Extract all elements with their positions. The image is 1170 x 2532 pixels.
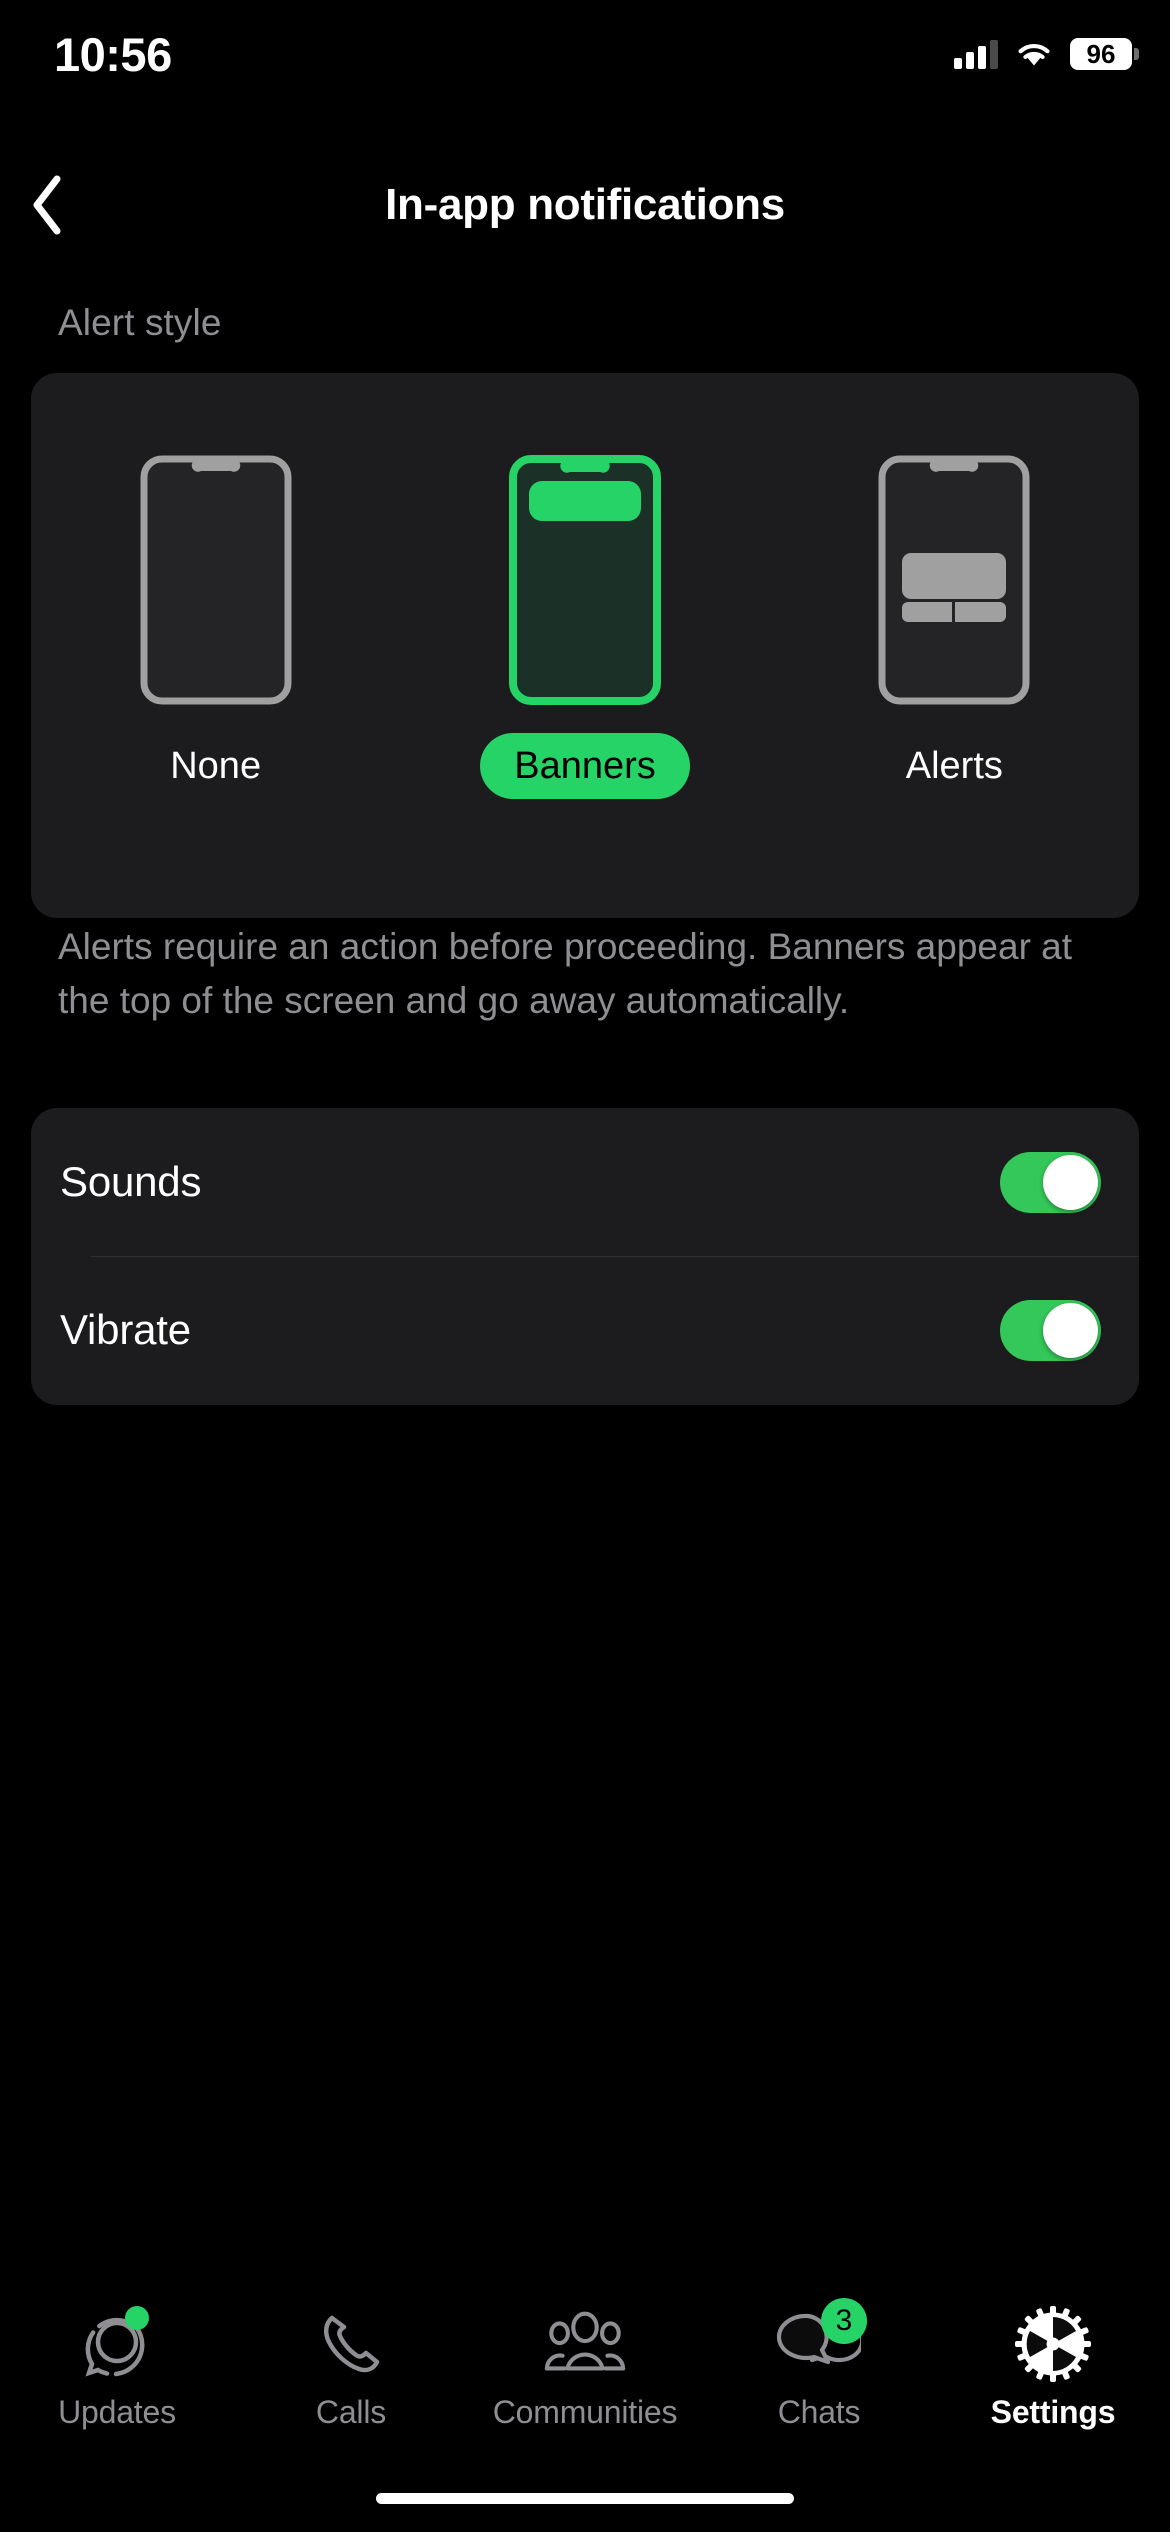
tab-communities[interactable]: Communities [468, 2280, 702, 2470]
settings-row-sounds[interactable]: Sounds [31, 1108, 1139, 1257]
alert-style-option-alerts[interactable]: Alerts [770, 373, 1139, 918]
tab-settings[interactable]: Settings [936, 2280, 1170, 2470]
wifi-icon [1018, 43, 1050, 66]
status-ring-icon [75, 2302, 159, 2386]
tab-calls[interactable]: Calls [234, 2280, 468, 2470]
alert-style-label-alerts: Alerts [905, 745, 1003, 787]
alert-style-label-wrap-banners: Banners [480, 733, 690, 799]
phone-icon [309, 2302, 393, 2386]
phone-empty-icon [140, 455, 292, 705]
notification-settings-card: Sounds Vibrate [31, 1108, 1139, 1405]
tab-label-settings: Settings [990, 2394, 1116, 2430]
chats-unread-badge: 3 [821, 2298, 867, 2344]
sounds-toggle-knob [1043, 1154, 1098, 1210]
battery-indicator: 96 [1070, 38, 1139, 70]
settings-row-label-sounds: Sounds [60, 1158, 202, 1205]
chat-bubbles-icon: 3 [777, 2298, 867, 2386]
status-bar: 10:56 96 [0, 0, 1170, 115]
phone-alert-icon [878, 455, 1030, 705]
alert-style-option-none[interactable]: None [31, 373, 400, 918]
alert-style-description: Alerts require an action before proceedi… [58, 926, 1073, 1021]
battery-percent-label: 96 [1086, 39, 1116, 69]
vibrate-toggle[interactable] [1000, 1299, 1101, 1361]
navigation-bar: In-app notifications [0, 160, 1170, 250]
phone-illustration-banners [508, 455, 661, 710]
alert-style-option-banners[interactable]: Banners [400, 373, 769, 918]
tab-label-calls: Calls [315, 2394, 387, 2430]
settings-row-label-vibrate: Vibrate [60, 1306, 191, 1353]
cellular-bars-icon [954, 39, 998, 69]
vibrate-toggle-knob [1043, 1302, 1098, 1358]
alert-style-label-wrap-none: None [170, 742, 261, 790]
phone-illustration-none [140, 455, 292, 710]
tab-label-updates: Updates [58, 2394, 176, 2430]
settings-row-vibrate[interactable]: Vibrate [31, 1256, 1139, 1404]
alert-style-label-wrap-alerts: Alerts [906, 742, 1003, 790]
tab-updates[interactable]: Updates [0, 2280, 234, 2470]
phone-illustration-alerts [878, 455, 1030, 710]
battery-nub [1134, 48, 1139, 60]
tab-label-communities: Communities [492, 2394, 678, 2430]
phone-banner-icon [508, 455, 661, 705]
sounds-toggle[interactable] [1000, 1151, 1101, 1213]
page-title: In-app notifications [385, 180, 785, 229]
tab-chats[interactable]: 3 Chats [702, 2280, 936, 2470]
alert-style-card: None Banners Alerts [31, 373, 1139, 918]
alert-style-section-header: Alert style [58, 302, 222, 343]
alert-style-label-banners[interactable]: Banners [480, 733, 690, 799]
alert-style-label-none: None [170, 745, 262, 787]
bottom-tab-bar: Updates Calls Communities 3 Chats Settin… [0, 2280, 1170, 2470]
gear-icon [1011, 2302, 1095, 2386]
tab-label-chats: Chats [777, 2394, 861, 2430]
home-indicator [376, 2493, 794, 2504]
updates-status-dot [125, 2306, 149, 2330]
people-group-icon [543, 2302, 627, 2386]
whatsapp-in-app-notifications-screen: 10:56 96 In-app notifications Alert styl… [0, 0, 1170, 2532]
status-bar-time: 10:56 [54, 28, 172, 81]
status-bar-indicators: 96 [954, 30, 1139, 78]
